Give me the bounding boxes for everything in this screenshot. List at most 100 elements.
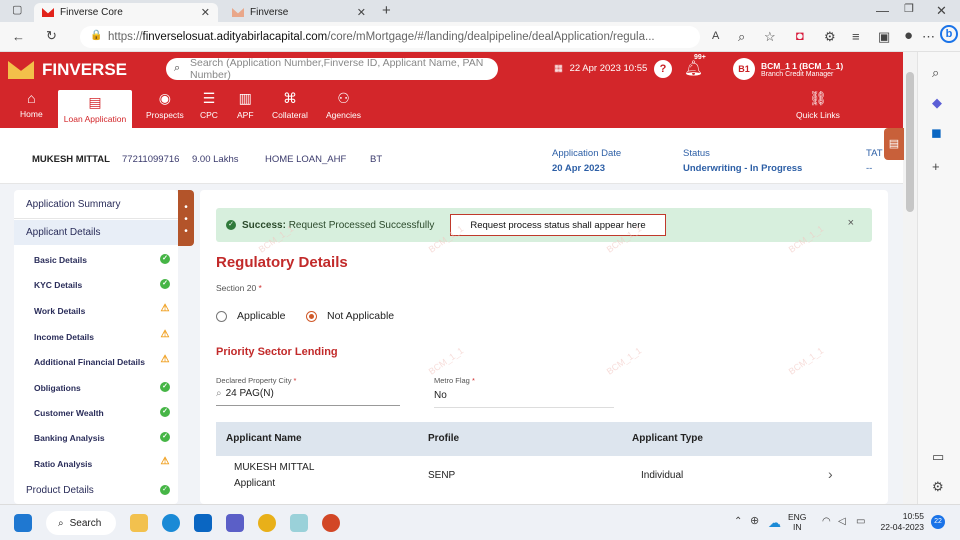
close-tab-icon[interactable]: ✕ bbox=[357, 6, 366, 19]
agencies-icon: ⚇ bbox=[337, 90, 350, 106]
back-icon[interactable]: ← bbox=[12, 30, 25, 43]
sidebar-toggle-handle[interactable]: • • • bbox=[178, 190, 194, 246]
sidebar-item-ratio-analysis[interactable]: Ratio Analysis ⚠ bbox=[14, 451, 178, 476]
read-aloud-icon[interactable]: A bbox=[712, 31, 719, 42]
sidebar-item-work-details[interactable]: Work Details ⚠ bbox=[14, 298, 178, 323]
tab-finverse-core[interactable]: Finverse Core ✕ bbox=[34, 3, 218, 22]
sidebar-item-obligations[interactable]: Obligations ✓ bbox=[14, 375, 178, 400]
table-row[interactable]: MUKESH MITTAL Applicant SENP Individual … bbox=[216, 458, 872, 502]
app-icon[interactable] bbox=[290, 514, 308, 532]
quick-links[interactable]: ⛓ Quick Links bbox=[796, 90, 840, 120]
new-tab-button[interactable]: + bbox=[382, 3, 391, 18]
close-tab-icon[interactable]: ✕ bbox=[201, 6, 210, 19]
chevron-right-icon[interactable]: › bbox=[828, 466, 833, 482]
sidebar-item-basic-details[interactable]: Basic Details ✓ bbox=[14, 247, 178, 272]
favorite-icon[interactable]: ☆ bbox=[764, 30, 776, 43]
check-icon: ✓ bbox=[160, 432, 170, 442]
add-icon[interactable]: + bbox=[932, 160, 940, 173]
nav-label: Agencies bbox=[326, 110, 361, 120]
notification-badge[interactable]: 22 bbox=[931, 515, 945, 529]
edge-icon[interactable] bbox=[162, 514, 180, 532]
wifi-icon[interactable]: ◠ bbox=[822, 517, 831, 527]
teams-icon[interactable] bbox=[226, 514, 244, 532]
sidebar-product-details[interactable]: Product Details ✓ bbox=[14, 478, 178, 503]
nav-prospects[interactable]: ◉ Prospects bbox=[146, 90, 184, 120]
zoom-icon[interactable]: ⌕ bbox=[738, 30, 745, 43]
required-marker: * bbox=[293, 376, 297, 385]
volume-icon[interactable]: ◁ bbox=[838, 517, 846, 527]
nav-home[interactable]: ⌂ Home bbox=[20, 90, 43, 119]
bell-icon[interactable]: 🔔︎ bbox=[684, 61, 703, 76]
powerpoint-icon[interactable] bbox=[322, 514, 340, 532]
collateral-icon: ⌘ bbox=[282, 90, 297, 106]
nav-collateral[interactable]: ⌘ Collateral bbox=[272, 90, 308, 120]
favorites-bar-icon[interactable]: ≡ bbox=[852, 30, 860, 43]
application-sidebar: Application Summary Applicant Details Ba… bbox=[14, 190, 178, 504]
outlook-icon[interactable]: ◼ bbox=[931, 126, 942, 139]
prospects-icon: ◉ bbox=[158, 90, 171, 106]
user-menu[interactable]: B1 BCM_1 1 (BCM_1_1) Branch Credit Manag… bbox=[733, 58, 843, 80]
sidebar-item-customer-wealth[interactable]: Customer Wealth ✓ bbox=[14, 400, 178, 425]
nav-agencies[interactable]: ⚇ Agencies bbox=[326, 90, 361, 120]
help-icon[interactable]: ? bbox=[654, 60, 672, 78]
watermark: BCM_1_1 bbox=[786, 345, 826, 377]
tab-actions-icon[interactable]: ▢ bbox=[12, 5, 22, 16]
gear-icon[interactable]: ⚙ bbox=[932, 480, 944, 493]
tab-label: Finverse bbox=[250, 7, 289, 18]
url-field[interactable]: 🔒 https://finverselosuat.adityabirlacapi… bbox=[80, 26, 700, 48]
page-scrollbar[interactable] bbox=[903, 52, 917, 504]
applicant-phone: 77211099716 bbox=[122, 154, 180, 165]
nav-cpc[interactable]: ☰ CPC bbox=[200, 90, 218, 120]
toast-close-icon[interactable]: × bbox=[848, 217, 854, 229]
network-icon[interactable]: ⊕ bbox=[750, 516, 759, 527]
section20-radio-not-applicable[interactable]: Not Applicable bbox=[306, 310, 394, 322]
chrome-icon[interactable] bbox=[258, 514, 276, 532]
chevron-up-icon[interactable]: ⌃ bbox=[734, 517, 742, 527]
sidebar-application-summary[interactable]: Application Summary bbox=[14, 192, 178, 217]
nav-apf[interactable]: ▥ APF bbox=[237, 90, 254, 120]
global-search-input[interactable]: ⌕ Search (Application Number,Finverse ID… bbox=[166, 57, 498, 81]
panel-icon[interactable]: ▭ bbox=[932, 450, 944, 463]
tab-finverse[interactable]: Finverse ✕ bbox=[224, 3, 374, 22]
search-icon: ⌕ bbox=[58, 517, 64, 529]
profile-icon[interactable]: ● bbox=[904, 28, 913, 43]
extensions-icon[interactable]: ⚙ bbox=[824, 30, 836, 43]
sidebar-item-banking-analysis[interactable]: Banking Analysis ✓ bbox=[14, 425, 178, 450]
product-name: HOME LOAN_AHF bbox=[265, 154, 347, 165]
sidebar-item-income-details[interactable]: Income Details ⚠ bbox=[14, 324, 178, 349]
finverse-logo[interactable]: FINVERSE bbox=[8, 60, 127, 80]
more-icon[interactable]: ⋯ bbox=[922, 30, 935, 43]
scrollbar-thumb[interactable] bbox=[906, 72, 914, 212]
search-icon[interactable]: ⌕ bbox=[932, 66, 939, 79]
psl-title: Priority Sector Lending bbox=[216, 346, 338, 358]
shopping-icon[interactable]: ◆ bbox=[932, 96, 942, 109]
notes-tab-icon[interactable]: ▤ bbox=[884, 128, 904, 160]
check-icon: ✓ bbox=[160, 254, 170, 264]
nav-loan-application[interactable]: ▤ Loan Application bbox=[58, 90, 132, 128]
refresh-icon[interactable]: ↻ bbox=[46, 29, 57, 42]
clock[interactable]: 10:55 22-04-2023 bbox=[872, 511, 924, 533]
section20-radio-applicable[interactable]: Applicable bbox=[216, 310, 285, 322]
copilot-icon[interactable]: b bbox=[940, 25, 958, 43]
sidebar-item-label: Customer Wealth bbox=[34, 407, 104, 418]
property-city-input[interactable]: ⌕ 24 PAG(N) bbox=[216, 388, 400, 406]
close-window-icon[interactable]: ✕ bbox=[936, 4, 947, 17]
app-header: FINVERSE ⌕ Search (Application Number,Fi… bbox=[0, 52, 903, 128]
extension-icon[interactable]: ◘ bbox=[796, 29, 804, 42]
sidebar-applicant-details[interactable]: Applicant Details bbox=[14, 220, 178, 245]
collections-icon[interactable]: ▣ bbox=[878, 30, 890, 43]
minimize-icon[interactable]: — bbox=[876, 4, 889, 17]
taskbar-search-label: Search bbox=[69, 517, 102, 529]
taskbar-search[interactable]: ⌕ Search bbox=[46, 511, 116, 535]
language-indicator[interactable]: ENG IN bbox=[788, 512, 806, 532]
sidebar-item-label: Application Summary bbox=[26, 199, 121, 210]
onedrive-icon[interactable]: ☁ bbox=[768, 516, 781, 529]
sidebar-item-kyc-details[interactable]: KYC Details ✓ bbox=[14, 272, 178, 297]
outlook-icon[interactable] bbox=[194, 514, 212, 532]
sidebar-item-additional-financial-details[interactable]: Additional Financial Details ⚠ bbox=[14, 349, 178, 374]
restore-icon[interactable]: ❐ bbox=[904, 4, 914, 15]
battery-icon[interactable]: ▭ bbox=[856, 517, 865, 527]
start-icon[interactable] bbox=[14, 514, 32, 532]
applicant-name: MUKESH MITTAL bbox=[32, 154, 110, 165]
file-explorer-icon[interactable] bbox=[130, 514, 148, 532]
